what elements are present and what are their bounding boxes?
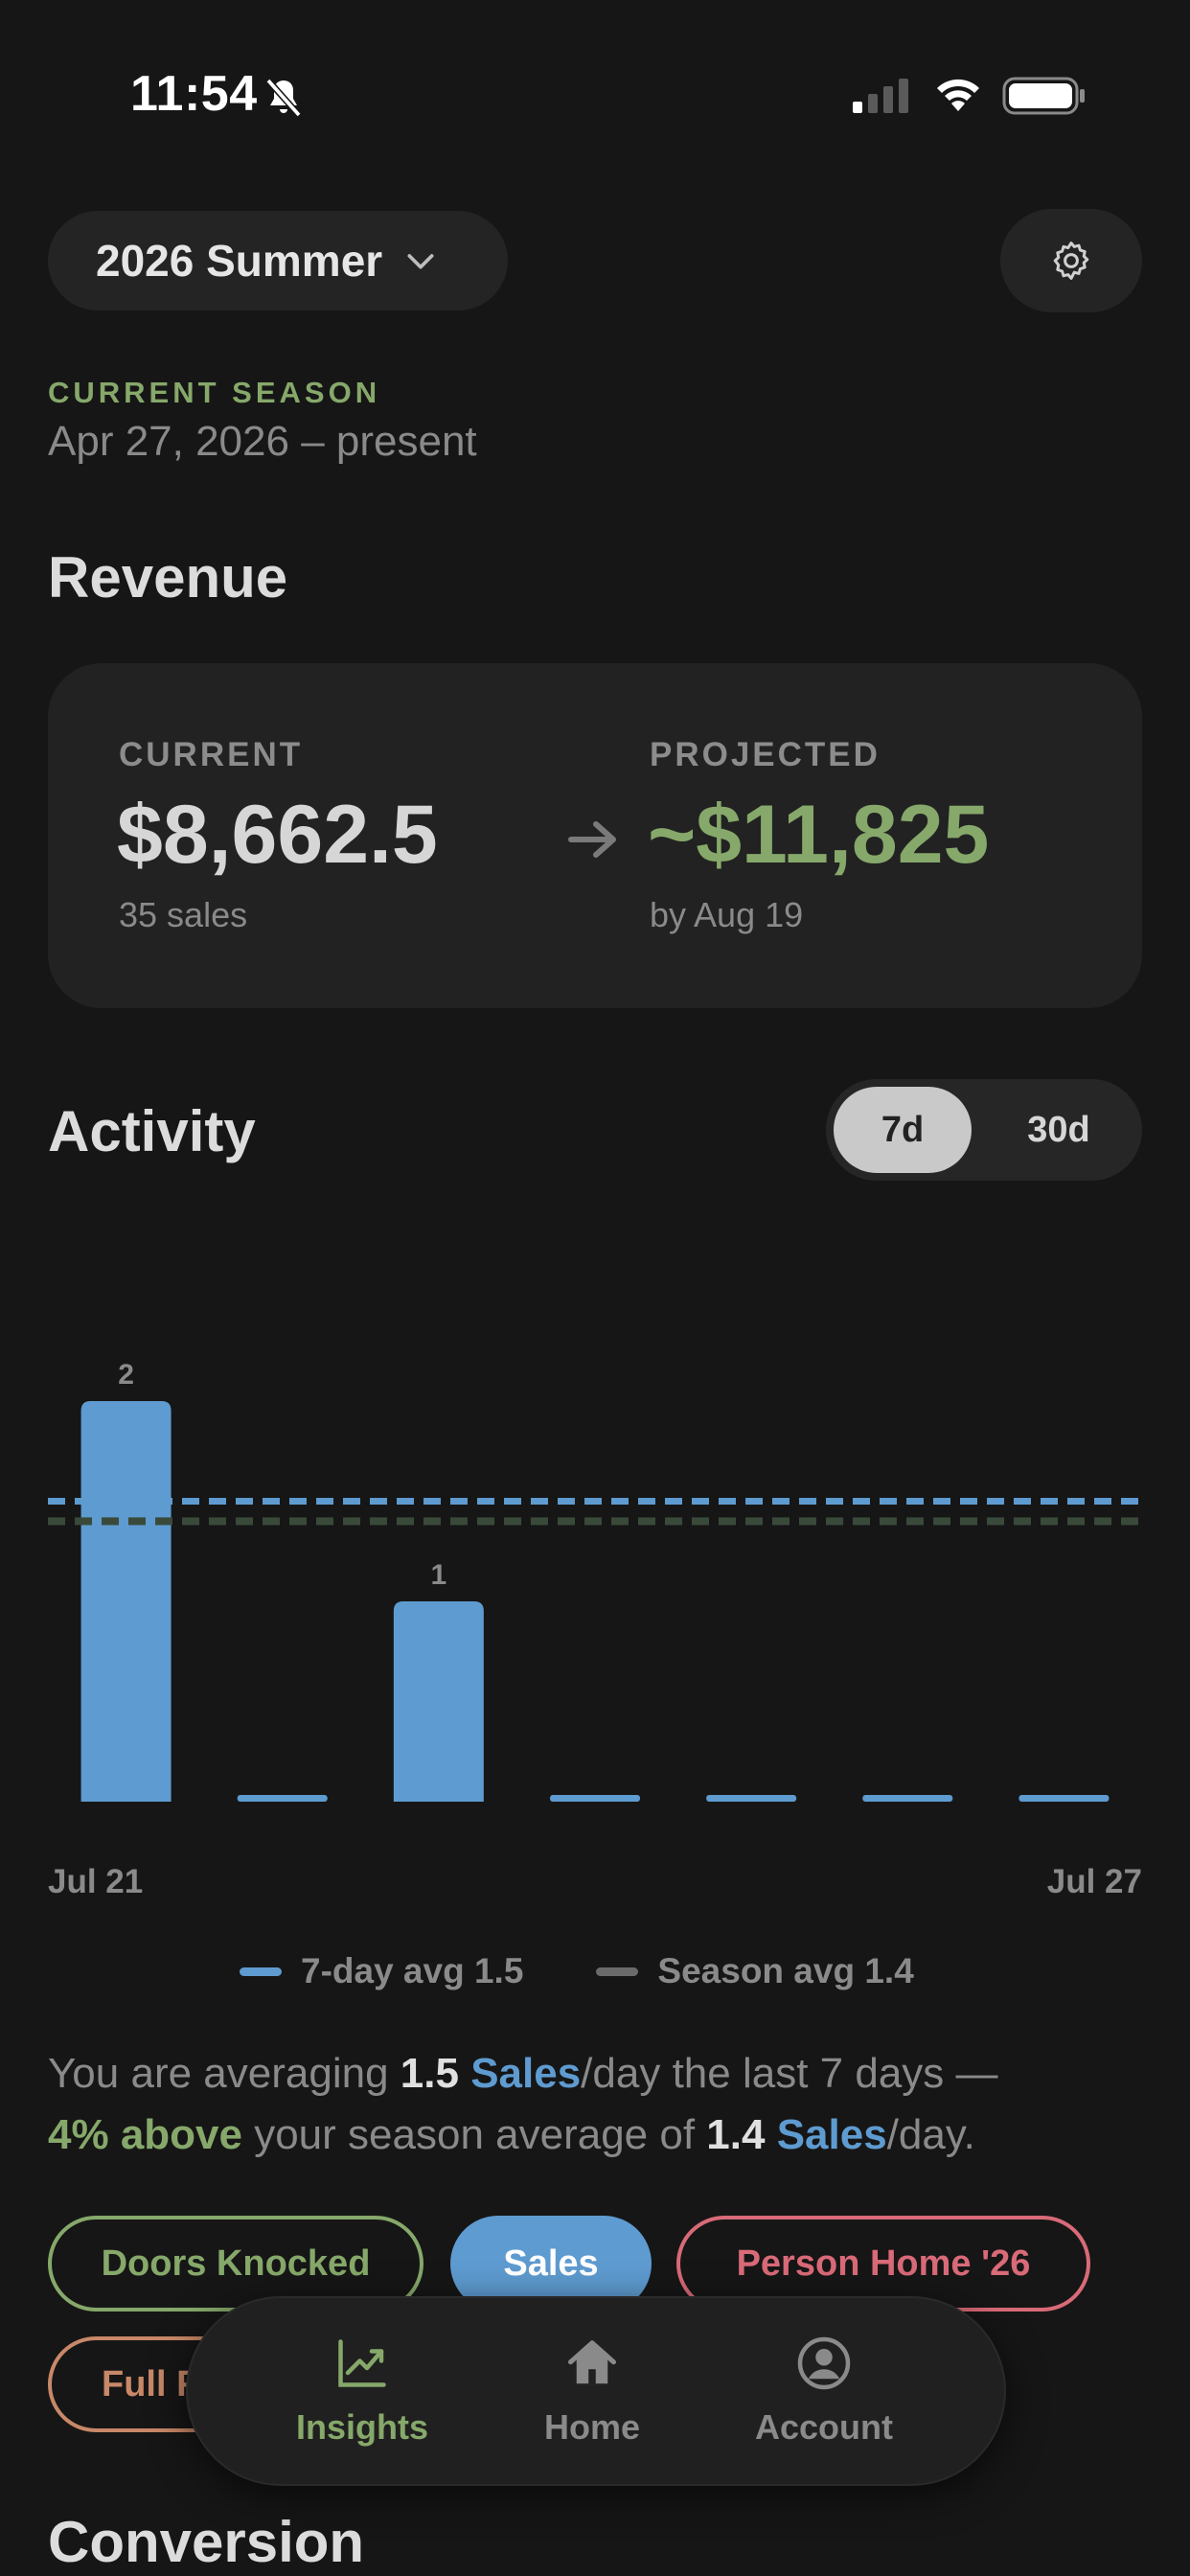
current-season-label: CURRENT SEASON	[48, 376, 381, 409]
current-revenue-label: CURRENT	[119, 736, 304, 773]
tab-home-label: Home	[543, 2407, 641, 2447]
tab-insights[interactable]: Insights	[266, 2334, 458, 2459]
current-revenue-value: $8,662.5	[117, 789, 438, 881]
chart-bar	[80, 1401, 172, 1802]
gear-icon	[1053, 242, 1089, 280]
x-tick-label: Jul 21	[48, 1863, 143, 1900]
tab-account[interactable]: Account	[728, 2334, 920, 2459]
range-7d-button[interactable]: 7d	[834, 1087, 972, 1173]
summary-text: /day the last 7 days —	[581, 2050, 998, 2097]
chart-line-icon	[338, 2339, 386, 2387]
chart-bar	[237, 1795, 328, 1802]
tab-insights-label: Insights	[295, 2407, 428, 2447]
chevron-down-icon	[407, 254, 434, 269]
legend-label-7day-avg: 7-day avg 1.5	[301, 1951, 524, 1990]
current-sales-count: 35 sales	[119, 895, 248, 934]
summary-text: your season average of	[241, 2111, 707, 2158]
summary-metric: Sales	[776, 2111, 887, 2158]
settings-button[interactable]	[1000, 209, 1142, 312]
summary-season-value: 1.4	[706, 2111, 766, 2158]
chart-bar	[706, 1795, 797, 1802]
summary-7day-value: 1.5	[400, 2050, 459, 2097]
legend-item-7day-avg: 7-day avg 1.5	[240, 1951, 523, 1991]
legend-label-season-avg: Season avg 1.4	[657, 1951, 914, 1990]
chart-bar	[1018, 1795, 1110, 1802]
summary-metric: Sales	[470, 2050, 582, 2097]
chart-bar	[862, 1795, 953, 1802]
chart-data-label: 1	[431, 1559, 447, 1591]
legend-swatch-gray	[596, 1966, 639, 1976]
conversion-heading: Conversion	[48, 2510, 365, 2574]
legend-swatch-blue	[240, 1966, 282, 1976]
activity-heading: Activity	[48, 1099, 256, 1163]
activity-bar-chart: 2 1 Jul 21 Jul 27	[48, 1359, 1142, 1900]
activity-summary: You are averaging 1.5 Sales/day the last…	[48, 2043, 1150, 2166]
projected-date: by Aug 19	[650, 895, 804, 934]
battery-icon	[1002, 77, 1085, 115]
user-circle-icon	[797, 2336, 851, 2390]
tab-home[interactable]: Home	[496, 2334, 688, 2459]
house-icon	[568, 2340, 616, 2384]
range-30d-button[interactable]: 30d	[987, 1087, 1131, 1173]
summary-text: You are averaging	[48, 2050, 400, 2097]
wifi-icon	[937, 79, 979, 111]
chart-legend: 7-day avg 1.5 Season avg 1.4	[240, 1951, 914, 1991]
summary-text: /day.	[886, 2111, 975, 2158]
chart-bar	[550, 1795, 640, 1802]
projected-revenue-label: PROJECTED	[650, 736, 881, 773]
x-tick-label: Jul 27	[1047, 1863, 1142, 1900]
status-time: 11:54	[130, 66, 258, 122]
season-date-range: Apr 27, 2026 – present	[48, 418, 477, 465]
chart-data-label: 2	[118, 1359, 134, 1391]
revenue-heading: Revenue	[48, 545, 288, 610]
tab-account-label: Account	[755, 2407, 893, 2447]
projected-revenue-value: ~$11,825	[648, 789, 990, 881]
chart-bar	[393, 1601, 484, 1802]
season-selector[interactable]: 2026 Summer	[48, 211, 508, 310]
arrow-right-icon	[568, 821, 616, 858]
legend-item-season-avg: Season avg 1.4	[596, 1951, 914, 1991]
season-selector-label: 2026 Summer	[96, 236, 383, 286]
cellular-signal-icon	[853, 79, 908, 113]
bell-slash-icon	[265, 78, 302, 118]
summary-percent-above: 4% above	[48, 2111, 242, 2158]
